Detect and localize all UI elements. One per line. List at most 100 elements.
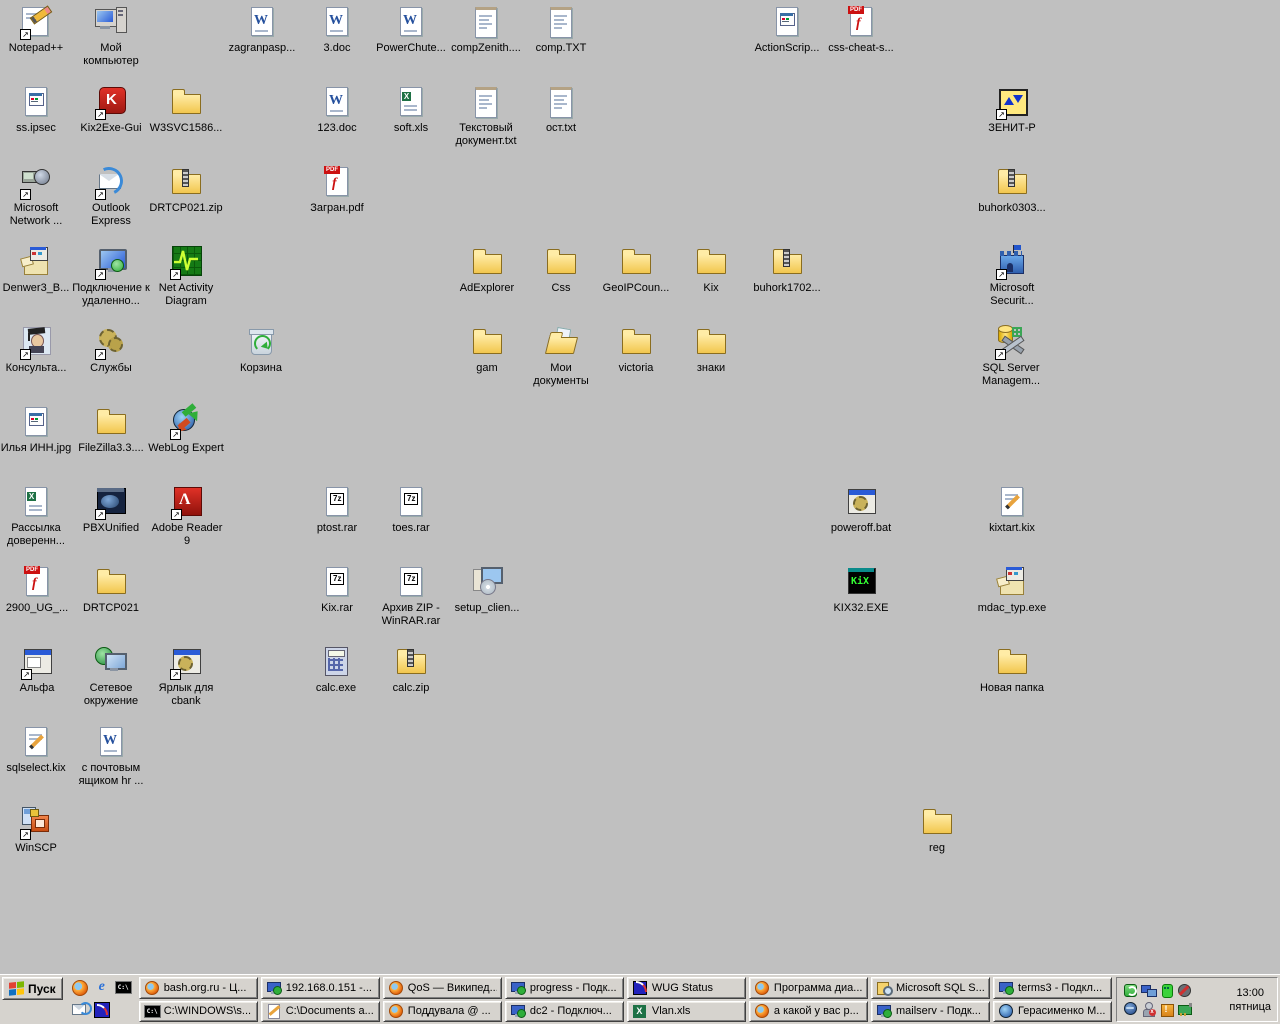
desktop-icon[interactable]: 7z Kix.rar bbox=[297, 565, 377, 615]
desktop-icon[interactable]: ↗ Outlook Express bbox=[71, 163, 151, 228]
taskbar-window-button[interactable]: mailserv - Подк... bbox=[870, 1000, 991, 1022]
desktop-icon[interactable]: ↗ WebLog Expert bbox=[146, 402, 226, 455]
taskbar-button-label: Программа диа... bbox=[773, 981, 863, 994]
desktop-icon[interactable]: 7z toes.rar bbox=[371, 485, 451, 535]
start-button[interactable]: Пуск bbox=[2, 977, 63, 1000]
tray-update-icon[interactable] bbox=[1123, 983, 1138, 998]
tray-user-x-icon[interactable]: x bbox=[1141, 1001, 1156, 1017]
outlook-express-quicklaunch-button[interactable] bbox=[71, 1001, 92, 1019]
taskbar-window-button[interactable]: terms3 - Подкл... bbox=[993, 977, 1113, 999]
desktop-icon[interactable]: X Рассылка доверенн... bbox=[0, 485, 76, 548]
desktop-icon[interactable]: ост.txt bbox=[521, 85, 601, 135]
taskbar-window-button[interactable]: bash.org.ru - Ц... bbox=[138, 977, 258, 999]
desktop-icon[interactable]: FileZilla3.3.... bbox=[71, 405, 151, 455]
taskbar-window-button[interactable]: X Vlan.xls bbox=[626, 1000, 746, 1022]
ie-quicklaunch-button[interactable]: e bbox=[93, 979, 111, 997]
desktop-icon[interactable]: gam bbox=[447, 325, 527, 375]
taskbar-window-button[interactable]: 192.168.0.151 -... bbox=[260, 977, 380, 999]
cmd-quicklaunch-button[interactable]: C:\ bbox=[114, 979, 133, 997]
desktop-icon[interactable]: Wс почтовым ящиком hr ... bbox=[71, 725, 151, 788]
taskbar-window-button[interactable]: Программа диа... bbox=[748, 977, 868, 999]
desktop-icon[interactable]: buhork0303... bbox=[972, 165, 1052, 215]
tray-robot-icon[interactable] bbox=[1159, 983, 1174, 998]
desktop-icon[interactable]: W3SVC1586... bbox=[146, 85, 226, 135]
desktop-icon[interactable]: W 3.doc bbox=[297, 5, 377, 55]
desktop-icon[interactable]: ↗ ЗЕНИТ-Р bbox=[972, 85, 1052, 135]
desktop-icon[interactable]: Λ ↗ Adobe Reader 9 bbox=[147, 485, 227, 548]
appdoc-icon bbox=[18, 85, 54, 119]
desktop-icon[interactable]: Сетевое окружение bbox=[71, 645, 151, 708]
desktop-icon[interactable]: calc.exe bbox=[296, 645, 376, 695]
desktop-icon[interactable]: ↗ Подключение к удаленно... bbox=[71, 245, 151, 308]
desktop-icon[interactable]: Текстовый документ.txt bbox=[446, 85, 526, 148]
wug-quicklaunch-button[interactable] bbox=[93, 1001, 111, 1019]
desktop-icon[interactable]: ↗ Консульта... bbox=[0, 325, 76, 375]
desktop-icon[interactable]: PDF f Загран.pdf bbox=[297, 165, 377, 215]
desktop-icon[interactable]: W PowerChute... bbox=[371, 5, 451, 55]
desktop-icon[interactable]: 7z Архив ZIP - WinRAR.rar bbox=[371, 565, 451, 628]
tray-globe-icon[interactable] bbox=[1123, 1001, 1138, 1016]
desktop-icon[interactable]: GeoIPCoun... bbox=[596, 245, 676, 295]
taskbar-window-button[interactable]: WUG Status bbox=[626, 977, 746, 999]
desktop-icon[interactable]: ss.ipsec bbox=[0, 85, 76, 135]
desktop-icon[interactable]: ↗ Net Activity Diagram bbox=[146, 245, 226, 308]
desktop-icon[interactable]: Мои документы bbox=[521, 325, 601, 388]
desktop-icon[interactable]: Xsoft.xls bbox=[371, 85, 451, 135]
desktop-icon[interactable]: kixtart.kix bbox=[972, 485, 1052, 535]
desktop-icon[interactable]: PDF f css-cheat-s... bbox=[821, 5, 901, 55]
desktop-icon[interactable]: Kix bbox=[671, 245, 751, 295]
desktop-icon[interactable]: ↗ Microsoft Securit... bbox=[972, 245, 1052, 308]
taskbar-window-button[interactable]: progress - Подк... bbox=[504, 977, 624, 999]
desktop-icon[interactable]: W 123.doc bbox=[297, 85, 377, 135]
desktop-icon[interactable]: calc.zip bbox=[371, 645, 451, 695]
desktop-icon[interactable]: PDF f 2900_UG_... bbox=[0, 565, 77, 615]
desktop-icon[interactable]: K ↗ Kix2Exe-Gui bbox=[71, 85, 151, 135]
desktop-icon[interactable]: AdExplorer bbox=[447, 245, 527, 295]
desktop-icon[interactable]: ↗ Службы bbox=[71, 325, 151, 375]
desktop-icon[interactable]: mdac_typ.exe bbox=[972, 565, 1052, 615]
desktop-icon[interactable]: reg bbox=[897, 805, 977, 855]
desktop-icon[interactable]: Мой компьютер bbox=[71, 5, 151, 68]
desktop-icon[interactable]: Denwer3_B... bbox=[0, 245, 76, 295]
desktop-icon[interactable]: DRTCP021.zip bbox=[146, 165, 226, 215]
desktop-icon[interactable]: знаки bbox=[671, 325, 751, 375]
desktop-icon[interactable]: buhork1702... bbox=[747, 245, 827, 295]
tray-computers-icon[interactable] bbox=[1140, 983, 1157, 998]
desktop-icon[interactable]: ↗ Microsoft Network ... bbox=[0, 165, 76, 228]
taskbar-window-button[interactable]: dc2 - Подключ... bbox=[504, 1000, 624, 1022]
desktop[interactable]: ↗ Notepad++ Мой компьютер Wzagranpasp... W 3.… bbox=[0, 0, 1280, 1024]
taskbar-window-button[interactable]: QoS — Википед... bbox=[382, 977, 502, 999]
desktop-icon[interactable]: ↗ SQL Server Managem... bbox=[971, 325, 1051, 388]
tray-blocked-icon[interactable] bbox=[1177, 983, 1192, 998]
desktop-icon[interactable]: ↗ PBXUnified bbox=[71, 485, 151, 535]
desktop-icon[interactable]: victoria bbox=[596, 325, 676, 375]
desktop-icon[interactable]: ↗ Notepad++ bbox=[0, 5, 76, 55]
desktop-icon[interactable]: poweroff.bat bbox=[821, 485, 901, 535]
desktop-icon[interactable]: Илья ИНН.jpg bbox=[0, 405, 76, 455]
desktop-icon[interactable]: KiX KIX32.EXE bbox=[821, 565, 901, 615]
taskbar-window-button[interactable]: Microsoft SQL S... bbox=[870, 977, 991, 999]
taskbar-window-button[interactable]: C:\Documents a... bbox=[260, 1000, 380, 1022]
desktop-icon[interactable]: 7z ptost.rar bbox=[297, 485, 377, 535]
desktop-icon[interactable]: Корзина bbox=[221, 325, 301, 375]
tray-alert-icon[interactable]: ! bbox=[1159, 1001, 1174, 1017]
desktop-icon[interactable]: Css bbox=[521, 245, 601, 295]
clock[interactable]: 13:00 пятница bbox=[1229, 986, 1273, 1014]
desktop-icon[interactable]: ↗ Ярлык для cbank bbox=[146, 645, 226, 708]
taskbar-window-button[interactable]: Поддувала @ ... bbox=[382, 1000, 502, 1022]
desktop-icon[interactable]: sqlselect.kix bbox=[0, 725, 76, 775]
desktop-icon[interactable]: Новая папка bbox=[972, 645, 1052, 695]
taskbar-window-button[interactable]: а какой у вас р... bbox=[748, 1000, 868, 1022]
firefox-quicklaunch-button[interactable] bbox=[71, 979, 89, 997]
tray-nic-icon[interactable] bbox=[1177, 1001, 1192, 1016]
desktop-icon[interactable]: ↗ Альфа bbox=[0, 645, 77, 695]
desktop-icon[interactable]: comp.TXT bbox=[521, 5, 601, 55]
taskbar-window-button[interactable]: C:\ C:\WINDOWS\s... bbox=[138, 1000, 258, 1022]
desktop-icon[interactable]: ↗ WinSCP bbox=[0, 805, 76, 855]
desktop-icon[interactable]: setup_clien... bbox=[447, 565, 527, 615]
desktop-icon[interactable]: Wzagranpasp... bbox=[222, 5, 302, 55]
desktop-icon[interactable]: DRTCP021 bbox=[71, 565, 151, 615]
desktop-icon[interactable]: compZenith.... bbox=[446, 5, 526, 55]
desktop-icon[interactable]: ActionScrip... bbox=[747, 5, 827, 55]
taskbar-window-button[interactable]: Герасименко М... bbox=[993, 1000, 1113, 1022]
